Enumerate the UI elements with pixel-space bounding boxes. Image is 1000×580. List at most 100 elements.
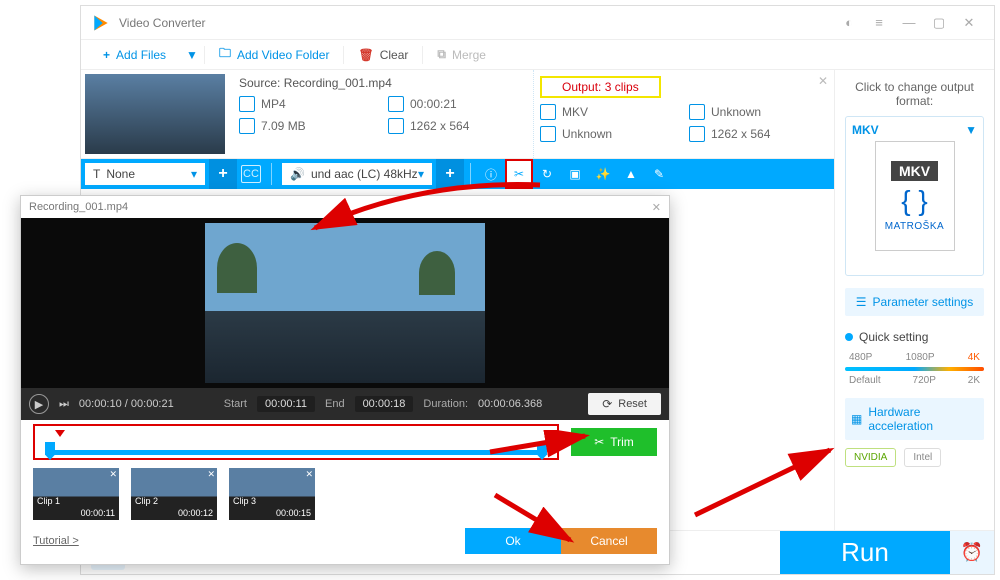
add-folder-button[interactable]: 🗀 Add Video Folder [205,40,344,69]
format-card[interactable]: MKV▼ MKV { } MATROŠKA [845,116,984,276]
hardware-accel-button[interactable]: ▦ Hardware acceleration [845,398,984,440]
reset-label: Reset [618,398,647,410]
chevron-down-icon[interactable]: ▼ [965,123,977,137]
tutorial-link[interactable]: Tutorial > [33,535,79,547]
playback-controls: ▶ ⏭ 00:00:10 / 00:00:21 Start 00:00:11 E… [21,388,669,420]
cc-button[interactable]: CC [241,165,261,183]
trim-button-label: Trim [610,435,634,449]
run-button[interactable]: Run [780,531,950,574]
edit-icon[interactable]: ✎ [645,159,673,189]
close-icon[interactable]: ✕ [652,201,661,214]
clip-thumb[interactable]: ✕ Clip 2 00:00:12 [131,468,217,520]
parameter-settings-label: Parameter settings [873,295,974,309]
input-duration: 00:00:21 [410,97,457,111]
add-files-dropdown[interactable]: ▼ [180,40,204,69]
format-logo-text: MKV [891,161,938,181]
slider-tick: 2K [968,375,980,386]
nvidia-badge: NVIDIA [845,448,896,467]
add-files-button[interactable]: + Add Files [89,40,180,69]
clips-row: ✕ Clip 1 00:00:11 ✕ Clip 2 00:00:12 ✕ Cl… [21,464,669,524]
effects-icon[interactable]: ✨ [589,159,617,189]
folder-icon: 🗀 [219,44,231,65]
crop-icon[interactable]: ▣ [561,159,589,189]
merge-button[interactable]: ⧉Merge [423,40,500,69]
output-resolution: 1262 x 564 [711,127,770,141]
start-label: Start [224,398,247,410]
end-time-input[interactable]: 00:00:18 [355,396,414,412]
titlebar: Video Converter ◐ ≡ — ▢ ✕ [81,6,994,40]
add-files-label: Add Files [116,48,166,62]
info-icon[interactable]: ⓘ [477,159,505,189]
range-end-handle[interactable] [537,442,547,460]
slider-tick: 480P [849,352,872,363]
remove-file-icon[interactable]: ✕ [818,74,828,88]
run-label: Run [841,537,889,568]
remove-clip-icon[interactable]: ✕ [207,469,215,480]
close-icon[interactable]: ✕ [954,15,984,31]
preview-area [21,218,669,388]
scissors-icon: ✂ [594,435,604,449]
clear-button[interactable]: 🗑Clear [344,40,422,69]
file-thumbnail[interactable] [85,74,225,154]
main-toolbar: + Add Files ▼ 🗀 Add Video Folder 🗑Clear ⧉M… [81,40,994,70]
clip-name: Clip 2 [135,496,158,506]
remove-clip-icon[interactable]: ✕ [305,469,313,480]
range-start-handle[interactable] [45,442,55,460]
cancel-button[interactable]: Cancel [561,528,657,554]
clip-thumb[interactable]: ✕ Clip 3 00:00:15 [229,468,315,520]
reset-button[interactable]: ⟳ Reset [588,393,661,415]
subtitle-select[interactable]: T None ▾ [85,163,205,185]
trim-dialog-titlebar: Recording_001.mp4 ✕ [21,196,669,218]
refresh-icon: ⟳ [602,397,612,411]
resolution-icon [689,126,705,142]
add-subtitle-button[interactable]: + [209,159,237,189]
clear-label: Clear [380,48,409,62]
audio-value: und aac (LC) 48kHz [311,167,418,181]
play-button[interactable]: ▶ [29,394,49,414]
input-size: 7.09 MB [261,119,306,133]
plus-icon: + [103,48,110,62]
skin-icon[interactable]: ◐ [834,15,864,30]
chip-icon: ▦ [851,412,862,426]
rotate-icon[interactable]: ↻ [533,159,561,189]
source-filename: Recording_001.mp4 [284,76,392,90]
chevron-down-icon: ▾ [191,167,197,181]
file-row[interactable]: Source: Recording_001.mp4 MP4 00:00:21 7… [81,70,834,159]
change-format-label: Click to change output format: [845,80,984,108]
quality-slider[interactable]: 480P 1080P 4K Default 720P 2K [845,352,984,386]
step-forward-button[interactable]: ⏭ [59,398,69,411]
clip-duration: 00:00:15 [276,508,311,518]
start-time-input[interactable]: 00:00:11 [257,396,315,412]
playhead-marker[interactable] [55,430,65,437]
slider-tick: 1080P [906,352,935,363]
size-icon [239,118,255,134]
remove-clip-icon[interactable]: ✕ [109,469,117,480]
watermark-icon[interactable]: ▲ [617,159,645,189]
trim-button[interactable]: ✂ Trim [571,428,657,456]
menu-icon[interactable]: ≡ [864,15,894,30]
hw-vendors: NVIDIA Intel [845,448,984,467]
parameter-settings-button[interactable]: ☰Parameter settings [845,288,984,316]
add-folder-label: Add Video Folder [237,48,330,62]
hardware-accel-label: Hardware acceleration [868,405,978,433]
total-time: 00:00:21 [131,398,174,410]
ok-button[interactable]: Ok [465,528,561,554]
merge-icon: ⧉ [437,47,446,62]
audio-select[interactable]: 🔊 und aac (LC) 48kHz ▾ [282,163,432,185]
clip-name: Clip 3 [233,496,256,506]
duration-label: Duration: [423,398,468,410]
format-icon [239,96,255,112]
duration-value: 00:00:06.368 [478,398,542,410]
add-audio-button[interactable]: + [436,159,464,189]
clip-thumb[interactable]: ✕ Clip 1 00:00:11 [33,468,119,520]
trim-range[interactable] [33,424,559,460]
output-duration: Unknown [711,105,761,119]
intel-badge: Intel [904,448,941,467]
minimize-icon[interactable]: — [894,15,924,30]
resolution-icon [388,118,404,134]
source-label: Source: [239,76,280,90]
trim-dialog-title: Recording_001.mp4 [29,201,128,213]
trim-icon[interactable]: ✂ [505,159,533,189]
schedule-button[interactable]: ⏰ [950,531,994,574]
maximize-icon[interactable]: ▢ [924,15,954,31]
